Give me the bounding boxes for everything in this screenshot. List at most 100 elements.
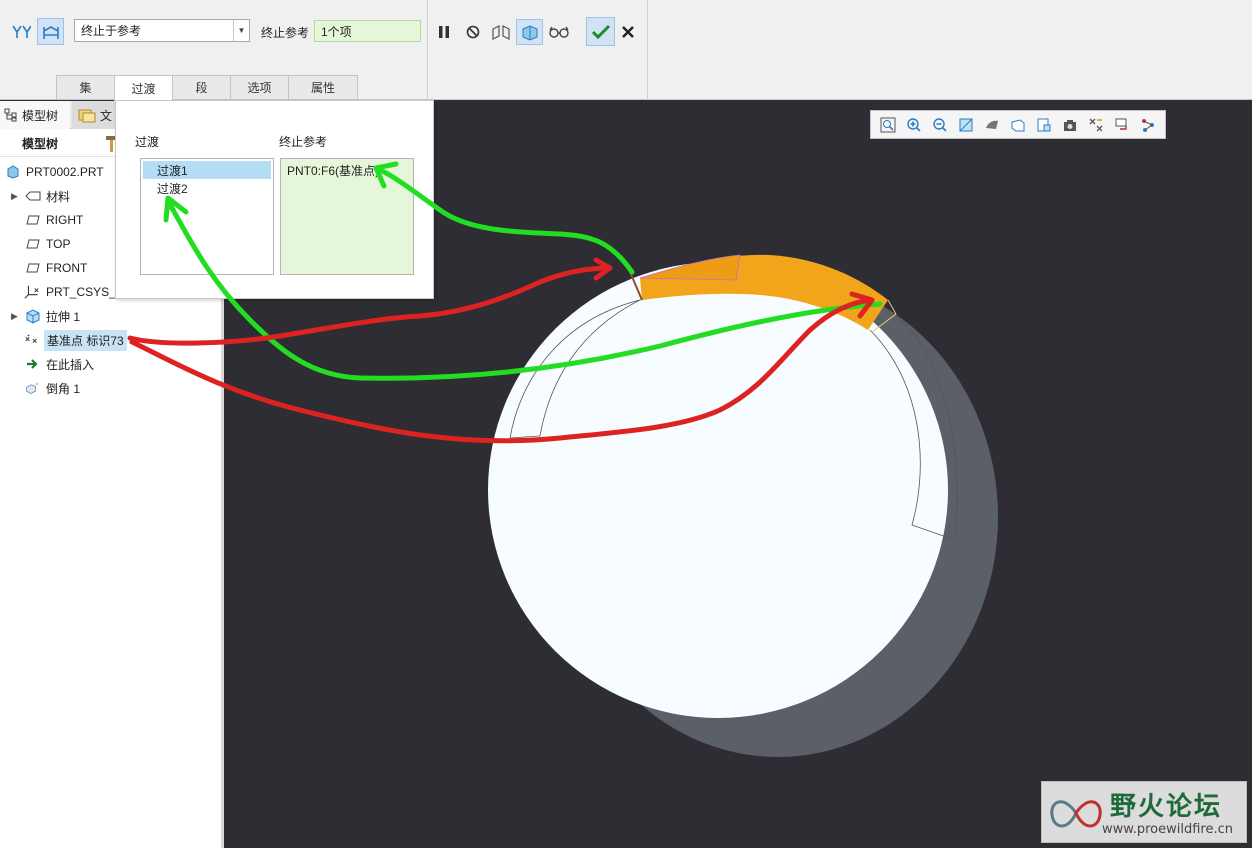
- glasses-icon: [549, 26, 569, 38]
- refit-button[interactable]: [877, 114, 898, 135]
- insert-arrow-icon: [25, 356, 41, 372]
- datum-plane-icon: [25, 212, 41, 228]
- extrude-icon: [25, 308, 41, 324]
- cube-view-icon: [1011, 118, 1024, 131]
- annotation-display-button[interactable]: [1111, 114, 1132, 135]
- part-icon: [5, 164, 21, 180]
- ribbon-divider: [427, 0, 428, 100]
- pause-button[interactable]: [434, 22, 454, 42]
- repaint-icon: [959, 118, 972, 131]
- tab-model-tree-label: 模型树: [22, 108, 59, 123]
- preview-glasses-button[interactable]: [547, 22, 571, 42]
- camera-icon: [1063, 119, 1076, 131]
- watermark: 野火论坛 www.proewildfire.cn: [1041, 781, 1247, 843]
- expand-arrow-icon[interactable]: ▶: [11, 191, 18, 202]
- annotation-icon: [1115, 118, 1127, 130]
- pause-icon: [439, 26, 449, 38]
- zoom-out-icon: [932, 117, 947, 132]
- chamfer-segment-1[interactable]: [639, 254, 741, 281]
- feature-tabs: 集 过渡 段 选项 属性: [56, 75, 358, 101]
- tree-item-label: PRT0002.PRT: [26, 165, 104, 179]
- zoom-out-button[interactable]: [929, 114, 950, 135]
- ribbon: 终止于参考 ▼ 终止参考 1个项 集 过渡 段 选项 属性: [0, 0, 1252, 101]
- chamfer-set-icon: [12, 25, 31, 38]
- tree-item-label: TOP: [46, 237, 71, 251]
- watermark-url: www.proewildfire.cn: [1102, 822, 1233, 837]
- tree-item-datum-point[interactable]: 基准点 标识73: [0, 328, 221, 352]
- material-icon: [25, 188, 41, 204]
- end-ref-list[interactable]: PNT0:F6(基准点): [280, 158, 414, 275]
- tree-icon: [4, 108, 17, 122]
- tree-item-chamfer[interactable]: * 倒角 1: [0, 376, 221, 400]
- end-ref-collector[interactable]: 1个项: [314, 20, 421, 42]
- view-manager-button[interactable]: [1033, 114, 1054, 135]
- saved-orientations-button[interactable]: [1007, 114, 1028, 135]
- csys-icon: [24, 284, 40, 300]
- tree-header-title: 模型树: [22, 136, 59, 151]
- chamfer-set-mode-button[interactable]: [10, 20, 32, 42]
- transitions-list[interactable]: 过渡1 过渡2: [140, 158, 274, 275]
- spin-center-button[interactable]: [1137, 114, 1158, 135]
- folder-icon: [78, 109, 96, 123]
- transitions-panel: 过渡 终止参考 过渡1 过渡2 PNT0:F6(基准点): [115, 100, 434, 299]
- tab-segments[interactable]: 段: [172, 75, 230, 100]
- zoom-in-button[interactable]: [903, 114, 924, 135]
- svg-text:*: *: [35, 381, 38, 389]
- end-condition-value: 终止于参考: [81, 24, 142, 38]
- forum-logo-icon: [1050, 800, 1102, 828]
- expand-arrow-icon[interactable]: ▶: [11, 311, 18, 322]
- zoom-fit-icon: [880, 117, 895, 132]
- tab-properties[interactable]: 属性: [288, 75, 358, 100]
- datum-plane-icon: [25, 236, 41, 252]
- watermark-title: 野火论坛: [1110, 792, 1223, 822]
- close-icon: [622, 26, 634, 38]
- app-window: 终止于参考 ▼ 终止参考 1个项 集 过渡 段 选项 属性 模型树 文 模型树 …: [0, 0, 1252, 848]
- chamfer-transition-mode-button[interactable]: [37, 18, 64, 45]
- end-ref-count: 1个项: [321, 24, 352, 39]
- confirm-button[interactable]: [586, 17, 615, 46]
- display-style-button[interactable]: [981, 114, 1002, 135]
- tree-item-label: RIGHT: [46, 213, 84, 227]
- chevron-down-icon[interactable]: ▼: [233, 20, 249, 41]
- tree-item-insert-here[interactable]: 在此插入: [0, 352, 221, 376]
- datum-display-icon: [1089, 118, 1102, 131]
- no-preview-button[interactable]: [463, 22, 483, 42]
- datum-point-icon: [24, 332, 40, 348]
- list-item-transition-1[interactable]: 过渡1: [143, 161, 271, 179]
- spin-center-icon: [1141, 118, 1154, 132]
- tab-transitions[interactable]: 过渡: [114, 75, 172, 101]
- tab-options[interactable]: 选项: [230, 75, 288, 100]
- chamfer-transition-icon: [42, 25, 59, 39]
- tree-item-label: 基准点 标识73: [44, 329, 127, 351]
- transitions-label: 过渡: [135, 135, 160, 149]
- perspective-button[interactable]: [1059, 114, 1080, 135]
- tab-sets[interactable]: 集: [56, 75, 114, 100]
- cancel-button[interactable]: [619, 22, 637, 42]
- end-ref-item[interactable]: PNT0:F6(基准点): [287, 162, 379, 179]
- end-ref-label: 终止参考: [261, 26, 310, 40]
- tab-folder-browser[interactable]: 文: [72, 101, 118, 129]
- zoom-in-icon: [906, 117, 921, 132]
- tree-item-label: FRONT: [46, 261, 88, 275]
- tree-item-label: 在此插入: [46, 357, 95, 372]
- shading-icon: [985, 120, 998, 129]
- ribbon-divider: [647, 0, 648, 100]
- tree-item-label: 拉伸 1: [46, 309, 81, 324]
- end-ref-panel-label: 终止参考: [279, 135, 328, 149]
- no-preview-icon: [466, 25, 480, 39]
- verify-preview-button[interactable]: [516, 19, 543, 45]
- separate-preview-button[interactable]: [489, 20, 513, 44]
- separate-preview-icon: [492, 25, 510, 40]
- tab-model-tree[interactable]: 模型树: [0, 101, 70, 129]
- verify-preview-icon: [522, 25, 537, 41]
- tree-item-label: 倒角 1: [46, 381, 81, 396]
- list-item-transition-2[interactable]: 过渡2: [143, 179, 271, 197]
- tree-item-extrude[interactable]: ▶ 拉伸 1: [0, 304, 221, 328]
- checkmark-icon: [591, 24, 610, 39]
- tab-folder-label: 文: [100, 108, 113, 123]
- repaint-button[interactable]: [955, 114, 976, 135]
- datum-display-button[interactable]: [1085, 114, 1106, 135]
- view-toolbar: [870, 110, 1166, 139]
- view-manager-icon: [1037, 118, 1050, 131]
- end-condition-dropdown[interactable]: 终止于参考 ▼: [74, 19, 250, 42]
